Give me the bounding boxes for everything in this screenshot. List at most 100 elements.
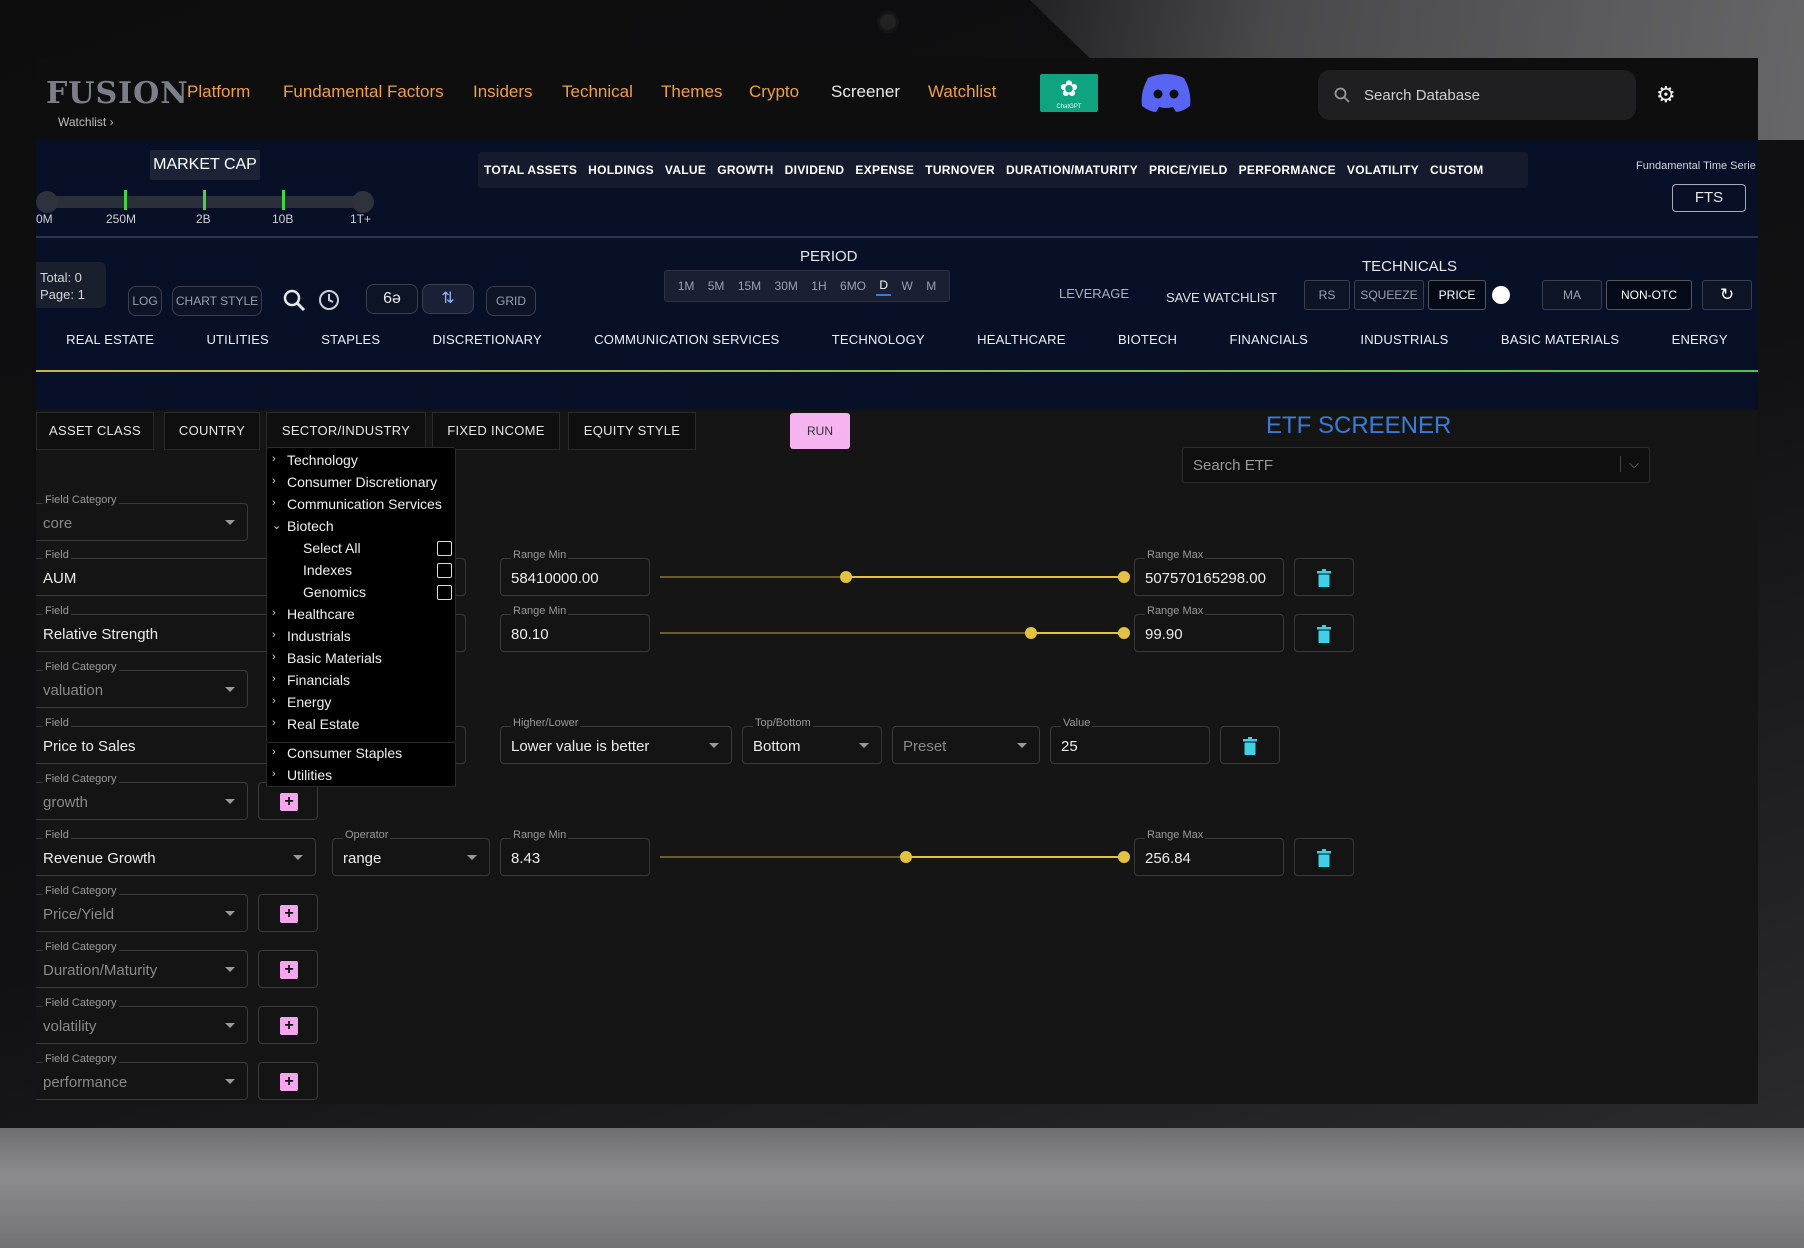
cat-total-assets[interactable]: TOTAL ASSETS bbox=[484, 163, 577, 177]
add-field-button[interactable]: + bbox=[258, 894, 318, 932]
range-slider-min-handle[interactable] bbox=[1025, 627, 1038, 639]
field-select[interactable]: Field Price to Sales bbox=[36, 717, 272, 764]
sector-healthcare[interactable]: HEALTHCARE bbox=[977, 332, 1065, 347]
tab-sector-industry[interactable]: SECTOR/INDUSTRY bbox=[266, 412, 426, 450]
squeeze-button[interactable]: SQUEEZE bbox=[1354, 280, 1424, 310]
nav-insiders[interactable]: Insiders bbox=[473, 82, 533, 102]
field-select[interactable]: Field AUM bbox=[36, 549, 272, 596]
period-1h[interactable]: 1H bbox=[808, 277, 829, 295]
nav-crypto[interactable]: Crypto bbox=[749, 82, 799, 102]
genomics-checkbox[interactable] bbox=[437, 585, 452, 600]
slider-knob-max[interactable] bbox=[352, 191, 374, 213]
leverage-button[interactable]: LEVERAGE bbox=[1059, 286, 1129, 301]
range-slider-min-handle[interactable] bbox=[839, 571, 852, 583]
range-slider-max-handle[interactable] bbox=[1118, 571, 1130, 583]
field-category-select[interactable]: Field Category Price/Yield bbox=[36, 885, 248, 932]
cat-value[interactable]: VALUE bbox=[665, 163, 706, 177]
period-6mo[interactable]: 6MO bbox=[837, 277, 869, 295]
nav-fundamental-factors[interactable]: Fundamental Factors bbox=[283, 82, 444, 102]
breadcrumb[interactable]: Watchlist › bbox=[58, 115, 114, 129]
period-15m[interactable]: 15M bbox=[735, 277, 764, 295]
field-select[interactable]: Field Relative Strength bbox=[36, 605, 272, 652]
database-search[interactable] bbox=[1318, 70, 1636, 120]
discord-icon[interactable] bbox=[1138, 72, 1194, 114]
clock-icon[interactable] bbox=[318, 289, 340, 311]
nav-screener[interactable]: Screener bbox=[831, 82, 900, 102]
nav-themes[interactable]: Themes bbox=[661, 82, 722, 102]
range-min-input[interactable]: Range Min 8.43 bbox=[500, 829, 650, 876]
range-slider-min-handle[interactable] bbox=[899, 851, 912, 863]
nav-technical[interactable]: Technical bbox=[562, 82, 633, 102]
higher-lower-select[interactable]: Higher/Lower Lower value is better bbox=[500, 717, 732, 764]
non-otc-button[interactable]: NON-OTC bbox=[1606, 280, 1692, 310]
sector-communication-services[interactable]: COMMUNICATION SERVICES bbox=[594, 332, 779, 347]
range-max-input[interactable]: Range Max 256.84 bbox=[1134, 829, 1284, 876]
save-watchlist-button[interactable]: SAVE WATCHLIST bbox=[1166, 290, 1277, 305]
sector-utilities[interactable]: UTILITIES bbox=[206, 332, 268, 347]
add-field-button[interactable]: + bbox=[258, 782, 318, 820]
period-w[interactable]: W bbox=[898, 277, 915, 295]
cat-price-yield[interactable]: PRICE/YIELD bbox=[1149, 163, 1228, 177]
range-slider-track[interactable] bbox=[660, 576, 1124, 578]
grid-button[interactable]: GRID bbox=[486, 286, 536, 316]
field-category-select[interactable]: Field Category core bbox=[36, 494, 248, 541]
range-slider-track[interactable] bbox=[660, 856, 1124, 858]
search-input[interactable] bbox=[1364, 86, 1604, 104]
field-category-select[interactable]: Field Category growth bbox=[36, 773, 248, 820]
magnifier-icon[interactable] bbox=[282, 288, 306, 312]
logo[interactable]: FUSION bbox=[46, 76, 189, 111]
sector-discretionary[interactable]: DISCRETIONARY bbox=[433, 332, 542, 347]
technicals-toggle[interactable] bbox=[1492, 286, 1510, 304]
price-button[interactable]: PRICE bbox=[1428, 280, 1486, 310]
add-field-button[interactable]: + bbox=[258, 1006, 318, 1044]
period-5m[interactable]: 5M bbox=[705, 277, 728, 295]
cat-performance[interactable]: PERFORMANCE bbox=[1239, 163, 1336, 177]
range-min-input[interactable]: Range Min 58410000.00 bbox=[500, 549, 650, 596]
period-d[interactable]: D bbox=[876, 276, 892, 296]
preset-select[interactable]: Preset bbox=[892, 726, 1040, 764]
nav-watchlist[interactable]: Watchlist bbox=[928, 82, 996, 102]
tab-equity-style[interactable]: EQUITY STYLE bbox=[568, 412, 696, 450]
cat-expense[interactable]: EXPENSE bbox=[855, 163, 914, 177]
glasses-icon[interactable]: 6ə bbox=[366, 284, 418, 314]
etf-search-input[interactable] bbox=[1193, 456, 1593, 474]
sector-industrials[interactable]: INDUSTRIALS bbox=[1360, 332, 1448, 347]
tab-fixed-income[interactable]: FIXED INCOME bbox=[432, 412, 560, 450]
etf-search[interactable]: ⌵ bbox=[1182, 447, 1650, 483]
breadcrumb-label[interactable]: Watchlist bbox=[58, 115, 106, 129]
chatgpt-button[interactable]: ✿ ChatGPT bbox=[1040, 74, 1098, 112]
sector-financials[interactable]: FINANCIALS bbox=[1229, 332, 1308, 347]
delete-button[interactable] bbox=[1220, 726, 1280, 764]
cat-custom[interactable]: CUSTOM bbox=[1430, 163, 1484, 177]
value-input[interactable]: Value 25 bbox=[1050, 717, 1210, 764]
range-slider-track[interactable] bbox=[660, 632, 1124, 634]
range-min-input[interactable]: Range Min 80.10 bbox=[500, 605, 650, 652]
period-m[interactable]: M bbox=[923, 277, 939, 295]
add-field-button[interactable]: + bbox=[258, 1062, 318, 1100]
nav-platform[interactable]: Platform bbox=[187, 82, 250, 102]
sector-basic-materials[interactable]: BASIC MATERIALS bbox=[1501, 332, 1619, 347]
gear-icon[interactable]: ⚙ bbox=[1656, 82, 1676, 108]
field-category-select[interactable]: Field Category performance bbox=[36, 1053, 248, 1100]
cat-turnover[interactable]: TURNOVER bbox=[925, 163, 995, 177]
delete-button[interactable] bbox=[1294, 838, 1354, 876]
add-field-button[interactable]: + bbox=[258, 950, 318, 988]
cat-volatility[interactable]: VOLATILITY bbox=[1347, 163, 1419, 177]
chart-style-button[interactable]: CHART STYLE bbox=[172, 286, 262, 316]
range-slider-max-handle[interactable] bbox=[1118, 627, 1130, 639]
delete-button[interactable] bbox=[1294, 614, 1354, 652]
field-select[interactable]: Field Revenue Growth bbox=[36, 829, 316, 876]
cat-growth[interactable]: GROWTH bbox=[717, 163, 773, 177]
cat-dividend[interactable]: DIVIDEND bbox=[785, 163, 845, 177]
field-category-select[interactable]: Field Category Duration/Maturity bbox=[36, 941, 248, 988]
range-max-input[interactable]: Range Max 507570165298.00 bbox=[1134, 549, 1284, 596]
field-category-select[interactable]: Field Category valuation bbox=[36, 661, 248, 708]
cat-duration-maturity[interactable]: DURATION/MATURITY bbox=[1006, 163, 1138, 177]
sector-real-estate[interactable]: REAL ESTATE bbox=[66, 332, 154, 347]
ma-button[interactable]: MA bbox=[1542, 280, 1602, 310]
range-max-input[interactable]: Range Max 99.90 bbox=[1134, 605, 1284, 652]
indexes-checkbox[interactable] bbox=[437, 563, 452, 578]
period-30m[interactable]: 30M bbox=[772, 277, 801, 295]
period-1m[interactable]: 1M bbox=[675, 277, 698, 295]
top-bottom-select[interactable]: Top/Bottom Bottom bbox=[742, 717, 882, 764]
